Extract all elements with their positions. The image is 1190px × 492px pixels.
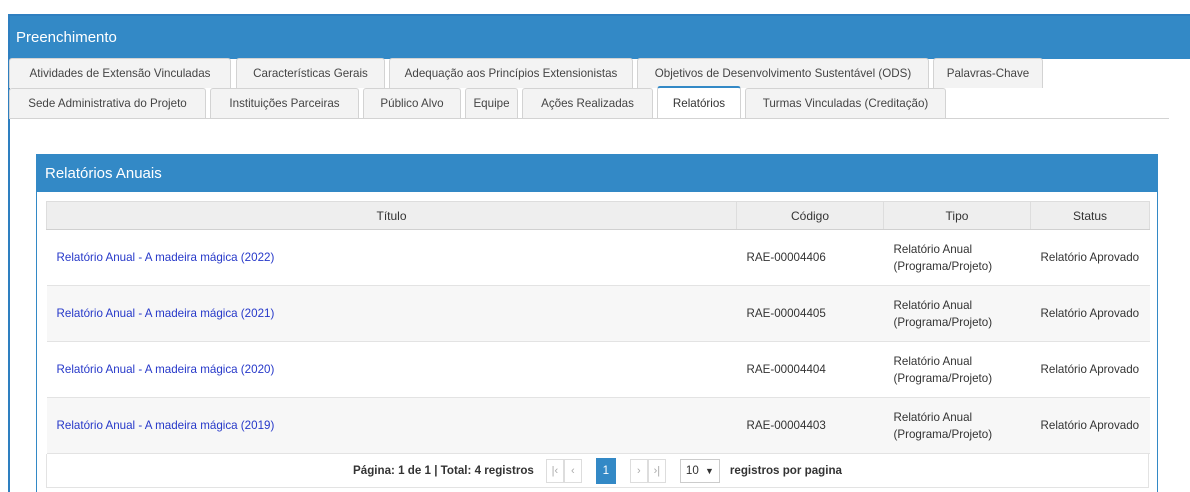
first-page-icon[interactable]: |‹ — [545, 458, 564, 483]
pager-prev-group: |‹ ‹ — [545, 458, 582, 483]
last-page-icon[interactable]: ›| — [647, 458, 666, 483]
page-size-value: 10 — [685, 464, 699, 477]
page-title: Preenchimento — [16, 29, 117, 46]
table-row: Relatório Anual - A madeira mágica (2021… — [46, 285, 1150, 342]
tipo-line-2: (Programa/Projeto) — [893, 315, 993, 329]
tipo-line-1: Relatório Anual — [893, 354, 973, 368]
cell-status: Relatório Aprovado — [1030, 341, 1150, 398]
tab-sede-administrativa[interactable]: Sede Administrativa do Projeto — [9, 88, 206, 118]
cell-tipo: Relatório Anual (Programa/Projeto) — [883, 285, 1031, 342]
next-page-icon[interactable]: › — [629, 458, 648, 483]
cell-tipo: Relatório Anual (Programa/Projeto) — [883, 229, 1031, 286]
cell-titulo: Relatório Anual - A madeira mágica (2020… — [46, 341, 737, 398]
cell-codigo: RAE-00004403 — [736, 397, 884, 454]
table-header-row: Título Código Tipo Status — [46, 201, 1150, 230]
tipo-line-2: (Programa/Projeto) — [893, 259, 993, 273]
cell-titulo: Relatório Anual - A madeira mágica (2019… — [46, 397, 737, 454]
tab-equipe[interactable]: Equipe — [465, 88, 518, 118]
column-header-titulo[interactable]: Título — [46, 201, 737, 230]
cell-codigo: RAE-00004404 — [736, 341, 884, 398]
tipo-line-2: (Programa/Projeto) — [893, 427, 993, 441]
page-title-bar: Preenchimento — [10, 16, 1190, 59]
table-row: Relatório Anual - A madeira mágica (2019… — [46, 397, 1150, 454]
tab-row-2: Sede Administrativa do Projeto Instituiç… — [9, 86, 1169, 119]
cell-status: Relatório Aprovado — [1030, 397, 1150, 454]
table-row: Relatório Anual - A madeira mágica (2022… — [46, 229, 1150, 286]
chevron-down-icon: ▼ — [704, 465, 714, 476]
tipo-line-1: Relatório Anual — [893, 298, 973, 312]
tipo-line-1: Relatório Anual — [893, 410, 973, 424]
tab-ods[interactable]: Objetivos de Desenvolvimento Sustentável… — [637, 58, 929, 88]
page-size-select[interactable]: 10 ▼ — [679, 458, 720, 483]
panel-header: Relatórios Anuais — [37, 155, 1157, 192]
tab-row-1: Atividades de Extensão Vinculadas Caract… — [9, 58, 1169, 88]
pagination-bar: Página: 1 de 1 | Total: 4 registros |‹ ‹… — [46, 454, 1149, 488]
cell-titulo: Relatório Anual - A madeira mágica (2021… — [46, 285, 737, 342]
report-link[interactable]: Relatório Anual - A madeira mágica (2021… — [57, 307, 275, 320]
tab-palavras-chave[interactable]: Palavras-Chave — [933, 58, 1043, 88]
table-row: Relatório Anual - A madeira mágica (2020… — [46, 341, 1150, 398]
cell-status: Relatório Aprovado — [1030, 285, 1150, 342]
column-header-tipo[interactable]: Tipo — [883, 201, 1031, 230]
page-button-current[interactable]: 1 — [595, 457, 616, 484]
cell-tipo: Relatório Anual (Programa/Projeto) — [883, 341, 1031, 398]
pager-next-group: › ›| — [629, 458, 666, 483]
cell-status: Relatório Aprovado — [1030, 229, 1150, 286]
cell-codigo: RAE-00004406 — [736, 229, 884, 286]
per-page-label: registros por pagina — [729, 464, 842, 477]
report-link[interactable]: Relatório Anual - A madeira mágica (2020… — [57, 363, 275, 376]
prev-page-icon[interactable]: ‹ — [563, 458, 582, 483]
tipo-line-2: (Programa/Projeto) — [893, 371, 993, 385]
tab-adequacao-principios[interactable]: Adequação aos Princípios Extensionistas — [389, 58, 633, 88]
cell-tipo: Relatório Anual (Programa/Projeto) — [883, 397, 1031, 454]
report-link[interactable]: Relatório Anual - A madeira mágica (2019… — [57, 419, 275, 432]
pagination-info: Página: 1 de 1 | Total: 4 registros — [353, 464, 534, 477]
tab-bar: Atividades de Extensão Vinculadas Caract… — [9, 58, 1169, 119]
panel-title: Relatórios Anuais — [45, 165, 162, 182]
tab-atividades-extensao[interactable]: Atividades de Extensão Vinculadas — [9, 58, 231, 88]
tab-publico-alvo[interactable]: Público Alvo — [363, 88, 461, 118]
tab-relatorios[interactable]: Relatórios — [657, 86, 741, 118]
tab-divider — [9, 118, 1169, 119]
report-link[interactable]: Relatório Anual - A madeira mágica (2022… — [57, 251, 275, 264]
relatorios-table-wrap: Título Código Tipo Status Relatório Anua… — [46, 201, 1150, 488]
tab-caracteristicas-gerais[interactable]: Características Gerais — [236, 58, 385, 88]
cell-codigo: RAE-00004405 — [736, 285, 884, 342]
column-header-codigo[interactable]: Código — [736, 201, 884, 230]
tab-instituicoes-parceiras[interactable]: Instituições Parceiras — [210, 88, 359, 118]
tipo-line-1: Relatório Anual — [893, 242, 973, 256]
tab-turmas-vinculadas[interactable]: Turmas Vinculadas (Creditação) — [745, 88, 946, 118]
cell-titulo: Relatório Anual - A madeira mágica (2022… — [46, 229, 737, 286]
relatorios-table: Título Código Tipo Status Relatório Anua… — [46, 201, 1150, 454]
column-header-status[interactable]: Status — [1030, 201, 1150, 230]
relatorios-panel: Relatórios Anuais Título Código Tipo Sta… — [36, 154, 1158, 492]
tab-acoes-realizadas[interactable]: Ações Realizadas — [522, 88, 653, 118]
